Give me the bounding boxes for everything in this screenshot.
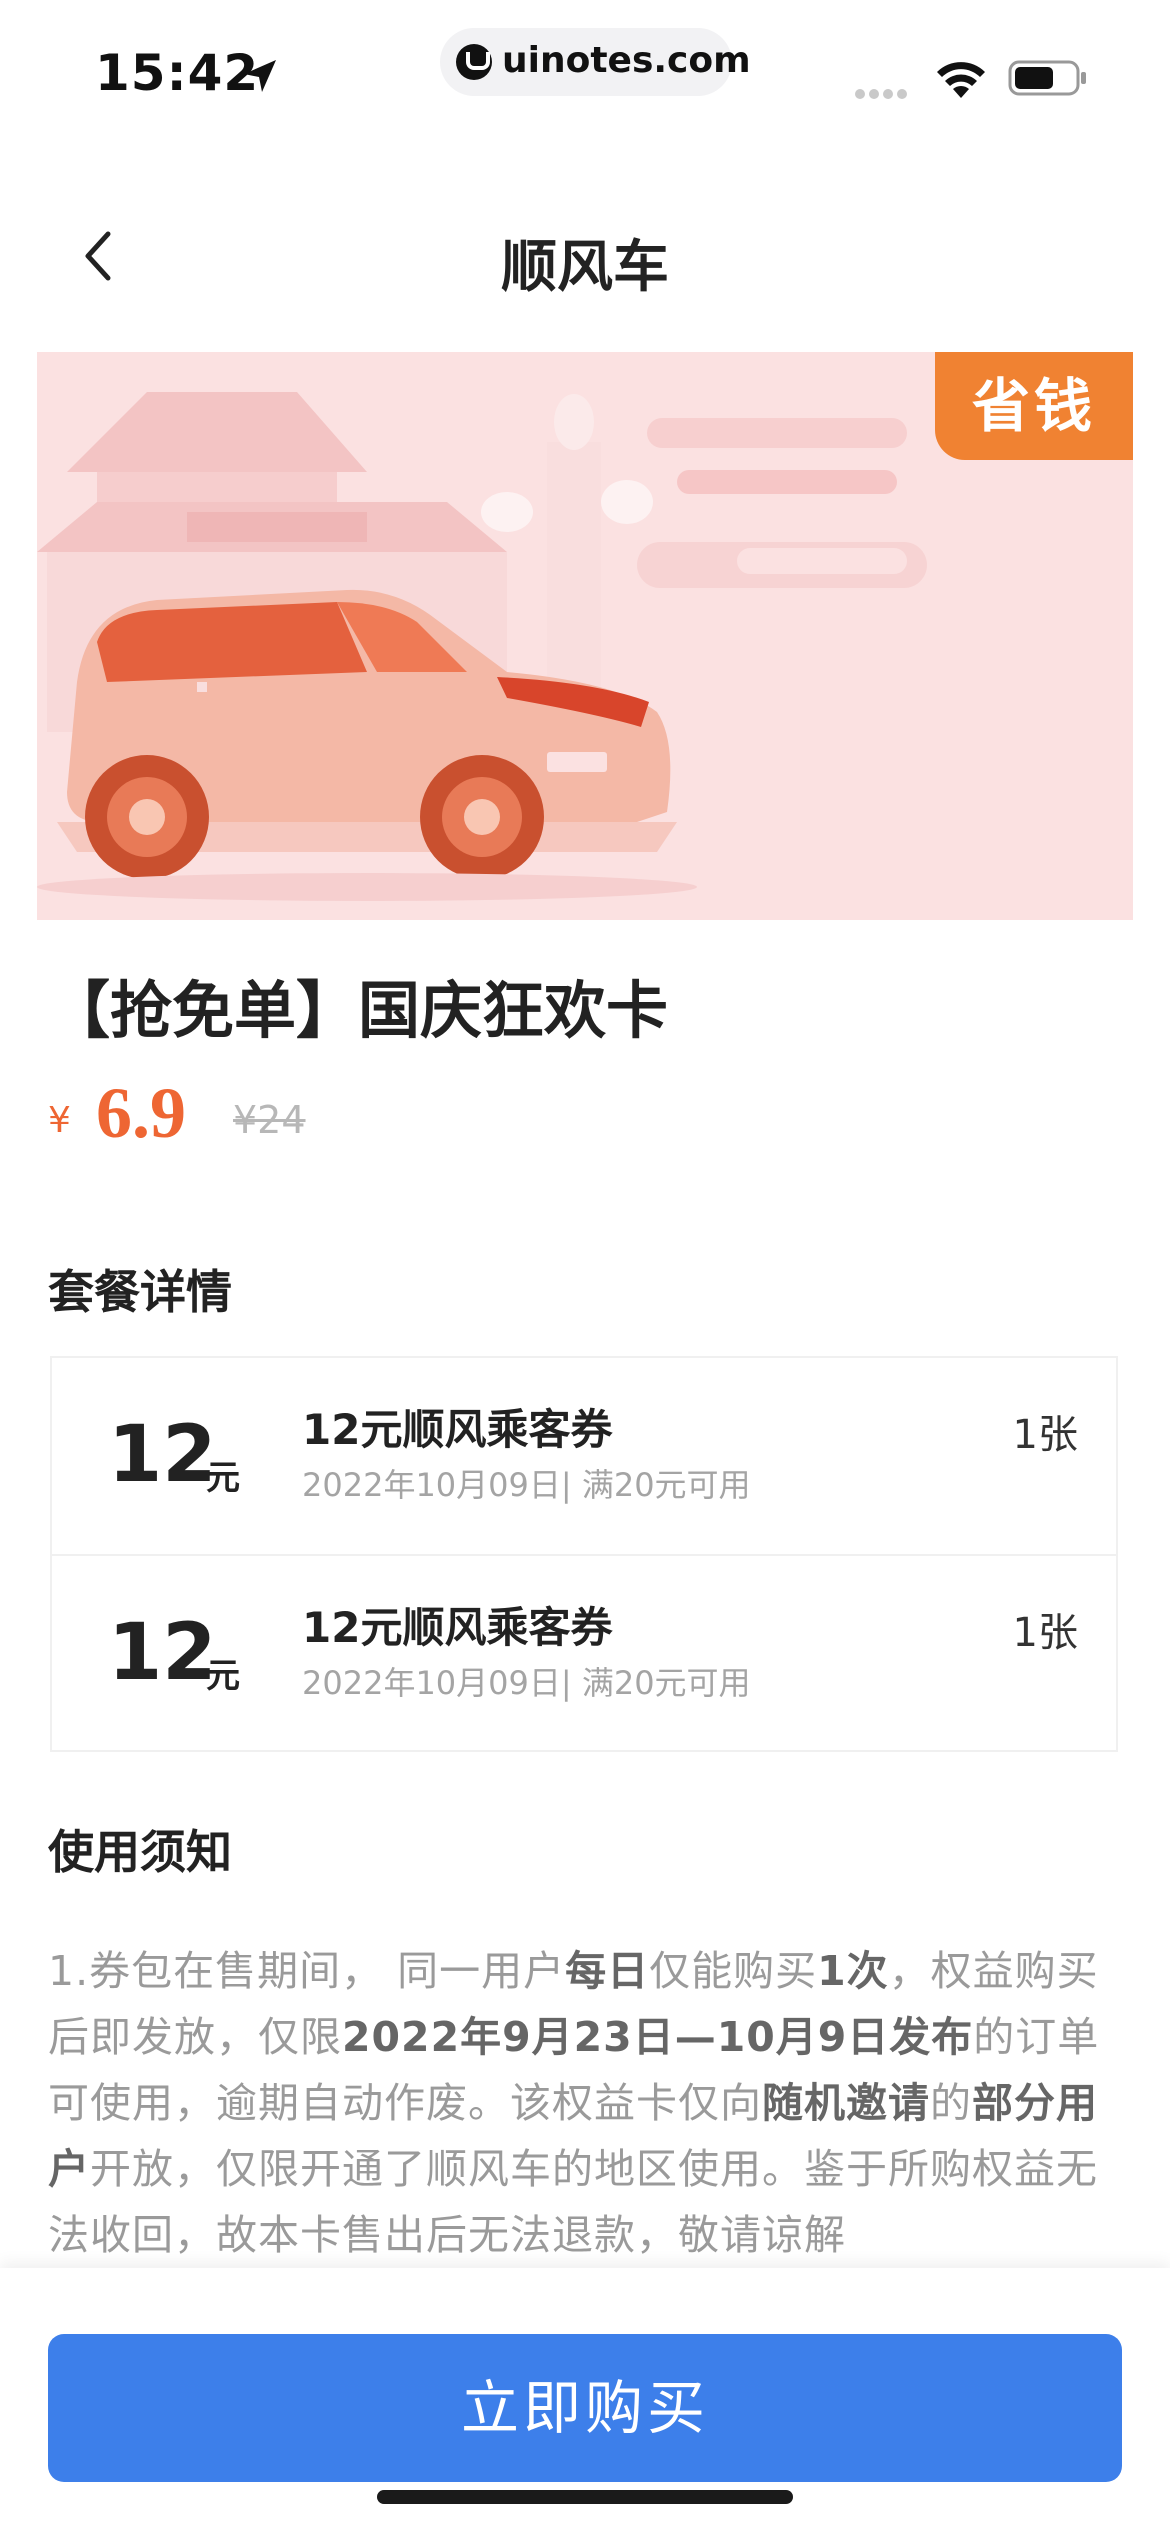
product-banner: 省钱	[37, 352, 1133, 920]
status-time: 15:42	[95, 44, 260, 102]
notes-highlight: 1次	[817, 1947, 889, 1995]
notes-highlight: 2022年9月23日—10月9日发布	[342, 2013, 974, 2061]
price-currency: ¥	[48, 1100, 71, 1141]
coupon-item: 12 元 12元顺风乘客券 2022年10月09日| 满20元可用 1张	[52, 1554, 1116, 1752]
coupon-list: 12 元 12元顺风乘客券 2022年10月09日| 满20元可用 1张 12 …	[50, 1356, 1118, 1752]
notes-highlight: 每日	[565, 1947, 650, 1995]
buy-now-button[interactable]: 立即购买	[48, 2334, 1122, 2482]
coupon-amount: 12	[108, 1608, 217, 1698]
notes-text: 1.券包在售期间， 同一用户每日仅能购买1次，权益购买后即发放，仅限2022年9…	[48, 1938, 1124, 2268]
location-arrow-icon	[244, 60, 276, 92]
url-text: uinotes.com	[502, 40, 751, 81]
savings-badge: 省钱	[935, 352, 1133, 460]
original-price: ¥24	[233, 1098, 306, 1142]
battery-icon	[1008, 60, 1086, 96]
home-indicator[interactable]	[377, 2490, 793, 2504]
coupon-amount: 12	[108, 1410, 217, 1500]
notes-heading: 使用须知	[48, 1825, 232, 1879]
notes-segment: 的	[930, 2079, 972, 2127]
price-value: 6.9	[96, 1073, 186, 1153]
wifi-icon	[937, 62, 985, 98]
page-title: 顺风车	[501, 235, 669, 300]
notes-segment: 1.券包在售期间， 同一用户	[48, 1947, 566, 1995]
cellular-signal-icon	[855, 84, 915, 99]
coupon-item: 12 元 12元顺风乘客券 2022年10月09日| 满20元可用 1张	[52, 1358, 1116, 1554]
notes-segment: 开放，仅限开通了顺风车的地区使用。鉴于所购权益无法收回，故本卡售出后无法退款，敬…	[48, 2145, 1098, 2259]
site-logo-icon	[456, 44, 492, 80]
coupon-name: 12元顺风乘客券	[302, 1405, 613, 1454]
notes-segment: 仅能购买	[649, 1947, 818, 1995]
coupon-name: 12元顺风乘客券	[302, 1603, 613, 1652]
coupon-unit: 元	[206, 1656, 240, 1696]
status-bar: 15:42 uinotes.com	[0, 0, 1170, 140]
coupon-desc: 2022年10月09日| 满20元可用	[302, 1466, 751, 1504]
nav-bar: 顺风车	[0, 190, 1170, 320]
url-pill[interactable]: uinotes.com	[440, 28, 751, 96]
coupon-desc: 2022年10月09日| 满20元可用	[302, 1664, 751, 1702]
product-title: 【抢免单】国庆狂欢卡	[48, 974, 669, 1047]
coupon-count: 1张	[1012, 1412, 1078, 1458]
coupon-count: 1张	[1012, 1610, 1078, 1656]
coupon-unit: 元	[206, 1458, 240, 1498]
notes-highlight: 随机邀请	[762, 2079, 930, 2127]
package-heading: 套餐详情	[48, 1265, 232, 1319]
